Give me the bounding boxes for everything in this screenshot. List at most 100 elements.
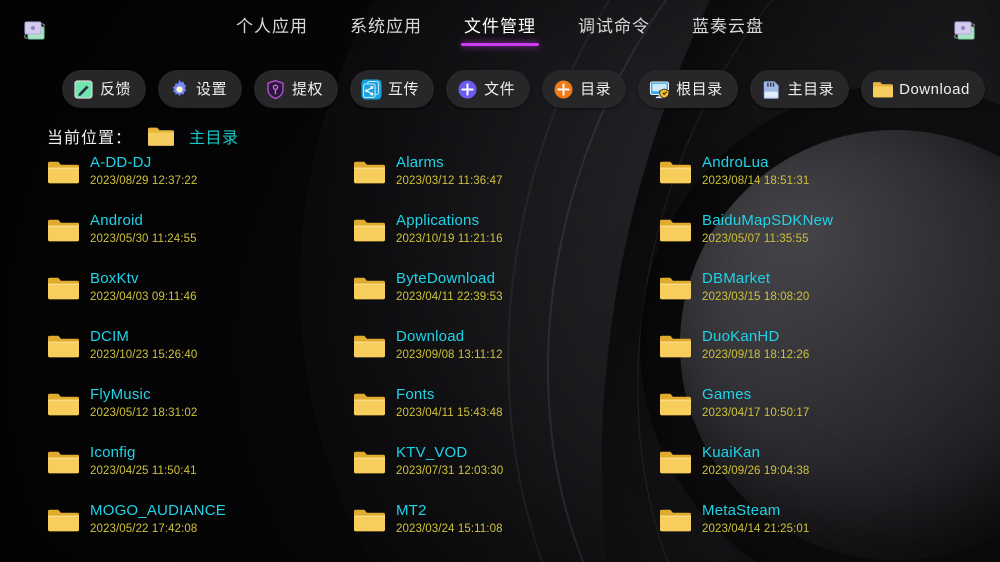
file-item-meta: DBMarket 2023/03/15 18:08:20 [702,270,809,303]
toolbar-button-label: 根目录 [676,80,723,98]
file-item-name: AndroLua [702,154,769,171]
folder-icon [659,507,692,533]
toolbar-button-label: 提权 [292,80,324,98]
file-list-item[interactable]: Download 2023/09/08 13:11:12 [353,326,645,384]
folder-icon [659,275,692,301]
file-list-item[interactable]: BoxKtv 2023/04/03 09:11:46 [47,268,339,326]
file-item-meta: BoxKtv 2023/04/03 09:11:46 [90,270,197,303]
file-item-date: 2023/03/15 18:08:20 [702,290,810,303]
file-item-meta: Android 2023/05/30 11:24:55 [90,212,197,245]
file-list-item[interactable]: Applications 2023/10/19 11:21:16 [353,210,645,268]
file-item-date: 2023/05/22 17:42:08 [90,522,198,535]
toolbar-button-[interactable]: 根目录 [638,70,738,108]
file-list-item[interactable]: KTV_VOD 2023/07/31 12:03:30 [353,442,645,500]
edit-note-icon [73,79,94,100]
nav-tab-3[interactable]: 文件管理 [460,18,540,46]
folder-icon [47,159,80,185]
file-item-name: ByteDownload [396,270,496,287]
folder-icon [659,159,692,185]
file-item-date: 2023/05/30 11:24:55 [90,232,197,245]
nav-tab-4[interactable]: 调试命令 [574,18,654,46]
nav-tab-1[interactable]: 个人应用 [232,18,312,46]
file-item-name: MT2 [396,502,427,519]
file-item-meta: DCIM 2023/10/23 15:26:40 [90,328,197,361]
file-list-item[interactable]: DuoKanHD 2023/09/18 18:12:26 [659,326,951,384]
folder-icon [47,507,80,533]
toolbar-button-label: 互传 [388,80,420,98]
file-list-item[interactable]: MT2 2023/03/24 15:11:08 [353,500,645,558]
current-location-label: 当前位置： [47,130,133,147]
toolbar-button-label: 文件 [484,80,516,98]
file-item-meta: KuaiKan 2023/09/26 19:04:38 [702,444,809,477]
file-item-meta: KTV_VOD 2023/07/31 12:03:30 [396,444,503,477]
toolbar-button-[interactable]: 反馈 [62,70,147,108]
file-list-item[interactable]: DCIM 2023/10/23 15:26:40 [47,326,339,384]
file-item-name: KTV_VOD [396,444,468,461]
file-list-item[interactable]: FlyMusic 2023/05/12 18:31:02 [47,384,339,442]
file-list-item[interactable]: ByteDownload 2023/04/11 22:39:53 [353,268,645,326]
toolbar-button-[interactable]: 主目录 [749,70,850,108]
file-list-item[interactable]: Android 2023/05/30 11:24:55 [47,210,339,268]
folder-icon [353,159,386,185]
gear-icon [169,79,190,100]
file-item-date: 2023/09/18 18:12:26 [702,348,810,361]
toolbar-button-[interactable]: 目录 [542,70,627,108]
file-list-item[interactable]: KuaiKan 2023/09/26 19:04:38 [659,442,951,500]
file-list-item[interactable]: BaiduMapSDKNew 2023/05/07 11:35:55 [659,210,951,268]
file-list-item[interactable]: MOGO_AUDIANCE 2023/05/22 17:42:08 [47,500,339,558]
folder-icon [47,275,80,301]
file-item-date: 2023/04/11 22:39:53 [396,290,503,303]
file-item-date: 2023/04/14 21:25:01 [702,522,810,535]
file-item-name: Android [90,212,144,229]
file-item-meta: AndroLua 2023/08/14 18:51:31 [702,154,809,187]
file-item-name: FlyMusic [90,386,151,403]
folder-icon [47,217,80,243]
file-item-name: DuoKanHD [702,328,780,345]
folder-icon [147,125,175,147]
file-item-date: 2023/03/24 15:11:08 [396,522,503,535]
folder-icon [872,79,894,100]
file-item-meta: DuoKanHD 2023/09/18 18:12:26 [702,328,809,361]
file-item-date: 2023/03/12 11:36:47 [396,174,503,187]
file-list-item[interactable]: Games 2023/04/17 10:50:17 [659,384,951,442]
file-item-name: KuaiKan [702,444,761,461]
file-item-name: BaiduMapSDKNew [702,212,834,229]
file-item-date: 2023/10/23 15:26:40 [90,348,198,361]
nav-tab-2[interactable]: 系统应用 [346,18,426,46]
file-list-item[interactable]: Fonts 2023/04/11 15:43:48 [353,384,645,442]
file-item-date: 2023/05/12 18:31:02 [90,406,198,419]
plus-circle-icon [553,79,574,100]
file-item-meta: ByteDownload 2023/04/11 22:39:53 [396,270,503,303]
toolbar-button-label: 主目录 [787,80,835,98]
file-item-name: Alarms [396,154,444,171]
file-item-name: Games [702,386,752,403]
plus-circle-icon [457,79,478,100]
toolbar-button-download[interactable]: Download [861,70,985,108]
folder-icon [659,449,692,475]
toolbar-button-[interactable]: 互传 [350,70,435,108]
folder-icon [353,507,386,533]
file-item-date: 2023/05/07 11:35:55 [702,232,809,245]
file-item-meta: BaiduMapSDKNew 2023/05/07 11:35:55 [702,212,833,245]
file-list-item[interactable]: DBMarket 2023/03/15 18:08:20 [659,268,951,326]
toolbar-button-label: 设置 [196,80,228,98]
folder-icon [47,391,80,417]
file-item-meta: FlyMusic 2023/05/12 18:31:02 [90,386,197,419]
file-list-grid: A-DD-DJ 2023/08/29 12:37:22 Alarms 2023/03… [47,152,987,552]
file-list-item[interactable]: MetaSteam 2023/04/14 21:25:01 [659,500,951,558]
file-list-item[interactable]: AndroLua 2023/08/14 18:51:31 [659,152,951,210]
sdcard-icon [761,79,782,100]
toolbar-button-[interactable]: 设置 [158,70,243,108]
file-list-item[interactable]: A-DD-DJ 2023/08/29 12:37:22 [47,152,339,210]
folder-icon [353,333,386,359]
toolbar-button-[interactable]: 提权 [254,70,339,108]
current-location-value[interactable]: 主目录 [189,124,239,148]
toolbar-button-[interactable]: 文件 [446,70,531,108]
file-list-item[interactable]: Alarms 2023/03/12 11:36:47 [353,152,645,210]
toolbar-button-label: Download [899,80,970,98]
folder-icon [659,217,692,243]
file-item-date: 2023/10/19 11:21:16 [396,232,503,245]
file-list-item[interactable]: Iconfig 2023/04/25 11:50:41 [47,442,339,500]
top-bar: 个人应用 系统应用 文件管理 调试命令 蓝奏云盘 [0,0,1000,62]
nav-tab-5[interactable]: 蓝奏云盘 [688,18,768,46]
